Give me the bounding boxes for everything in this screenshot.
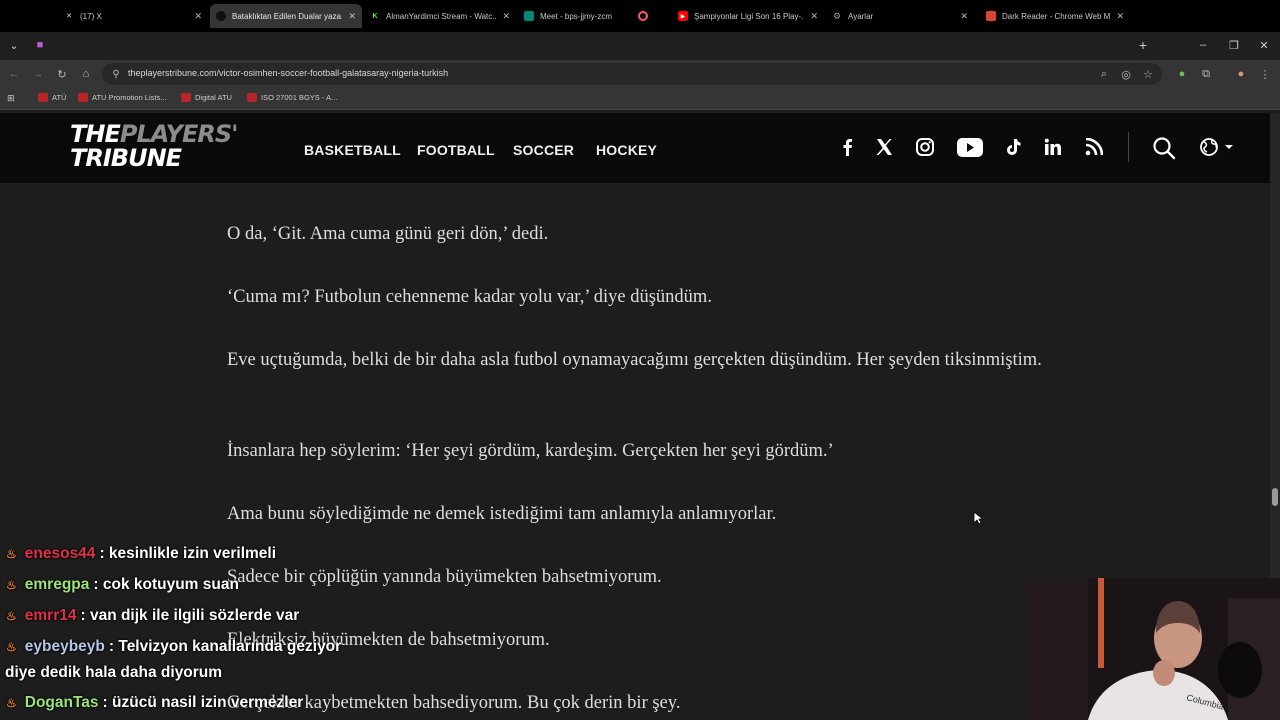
article-paragraph: İnsanlara hep söylerim: ‘Her şeyi gördüm…: [227, 441, 834, 461]
chat-message: ♨ enesos44 : kesinlikle izin verilmeli: [6, 545, 277, 562]
reload-button[interactable]: ↻: [54, 66, 70, 82]
menu-kebab-icon[interactable]: ⋮: [1257, 66, 1273, 82]
site-info-icon[interactable]: ⚲: [108, 66, 124, 82]
bookmark-digital-atu[interactable]: Digital ATU: [181, 93, 232, 102]
language-globe-icon[interactable]: [1198, 136, 1238, 158]
bookmark-favicon-icon: [78, 93, 88, 102]
tab-kick-stream[interactable]: K AlmanYardimci Stream - Watc... ✕: [364, 4, 516, 28]
bookmark-star-icon[interactable]: ☆: [1140, 66, 1156, 82]
linkedin-icon[interactable]: [1042, 136, 1064, 158]
apps-grid-icon[interactable]: ⊞: [7, 93, 15, 104]
nav-hockey[interactable]: HOCKEY: [596, 142, 657, 158]
bookmark-atu[interactable]: ATÜ: [38, 93, 66, 102]
bookmark-favicon-icon: [181, 93, 191, 102]
tab-strip: [0, 32, 1280, 60]
close-icon[interactable]: ✕: [194, 11, 202, 22]
bookmark-iso-27001[interactable]: ISO 27001 BGYS - A...: [247, 93, 337, 102]
close-icon[interactable]: ✕: [960, 11, 968, 22]
tiktok-icon[interactable]: [1002, 136, 1024, 158]
site-logo-tribune[interactable]: TRIBUNE: [70, 146, 182, 170]
chat-message: ♨ emregpa : cok kotuyum suan: [6, 576, 239, 593]
webcam-overlay: Columbia: [1028, 578, 1280, 720]
scrollbar-thumb[interactable]: [1272, 488, 1278, 506]
zoom-icon[interactable]: ⌕: [1096, 66, 1112, 82]
article-paragraph: Eve uçtuğumda, belki de bir daha asla fu…: [227, 350, 1042, 370]
article-paragraph: Gerçekler kaybetmekten bahsediyorum. Bu …: [227, 693, 681, 713]
article-paragraph: ‘Cuma mı? Futbolun cehenneme kadar yolu …: [227, 287, 712, 307]
instagram-icon[interactable]: [914, 136, 936, 158]
recording-icon: [638, 11, 648, 21]
webstore-icon: [986, 11, 996, 21]
bookmark-promotion-lists[interactable]: ATU Promotion Lists...: [78, 93, 166, 102]
close-icon[interactable]: ✕: [810, 11, 818, 22]
site-icon: [216, 11, 226, 21]
rss-icon[interactable]: [1083, 136, 1105, 158]
close-icon[interactable]: ✕: [502, 11, 510, 22]
bookmark-favicon-icon: [38, 93, 48, 102]
mouse-cursor-icon: [973, 511, 983, 525]
header-divider: [1128, 132, 1129, 162]
flame-badge-icon: ♨: [6, 578, 17, 592]
minimize-button[interactable]: –: [1194, 36, 1212, 54]
meet-icon: [524, 11, 534, 21]
chat-message: ♨ DoganTas : üzücü nasil izin vermezler: [6, 694, 304, 711]
search-icon[interactable]: [1151, 135, 1177, 161]
x-icon[interactable]: [873, 136, 895, 158]
profile-avatar[interactable]: ●: [1233, 66, 1249, 82]
article-paragraph: Sadece bir çöplüğün yanında büyümekten b…: [227, 567, 662, 587]
site-logo[interactable]: THEPLAYERS': [70, 122, 238, 146]
nav-basketball[interactable]: BASKETBALL: [304, 142, 401, 158]
forward-button[interactable]: →: [30, 66, 46, 82]
tab-webstore[interactable]: Dark Reader - Chrome Web M... ✕: [980, 4, 1130, 28]
facebook-icon[interactable]: [836, 136, 858, 158]
close-icon[interactable]: ✕: [348, 11, 356, 22]
flame-badge-icon: ♨: [6, 640, 17, 654]
home-button[interactable]: ⌂: [78, 66, 94, 82]
chat-message: ♨ eybeybeyb : Telvizyon kanallarında gez…: [6, 638, 342, 655]
new-tab-button[interactable]: +: [1134, 36, 1152, 54]
url-text[interactable]: theplayerstribune.com/victor-osimhen-soc…: [128, 68, 448, 78]
extensions-puzzle-icon[interactable]: ⧉: [1198, 66, 1214, 82]
kick-icon: K: [372, 12, 378, 20]
close-icon[interactable]: ✕: [1116, 11, 1124, 22]
close-window-button[interactable]: ✕: [1255, 36, 1273, 54]
article-paragraph: O da, ‘Git. Ama cuma günü geri dön,’ ded…: [227, 224, 549, 244]
tab-search-button[interactable]: ⌄: [5, 36, 23, 54]
tab-x[interactable]: ✕ (17) X ✕: [58, 4, 208, 28]
bookmark-favicon-icon: [247, 93, 257, 102]
chat-message-continued: diye dedik hala daha diyorum: [5, 664, 223, 681]
flame-badge-icon: ♨: [6, 547, 17, 561]
restore-button[interactable]: ❐: [1225, 36, 1243, 54]
tab-settings[interactable]: ⚙ Ayarlar ✕: [826, 4, 974, 28]
eye-off-icon[interactable]: ◎: [1118, 66, 1134, 82]
nav-football[interactable]: FOOTBALL: [417, 142, 495, 158]
chat-message: ♨ emrr14 : van dijk ile ilgili sözlerde …: [6, 607, 300, 624]
tab-youtube[interactable]: ▶ Şampiyonlar Ligi Son 16 Play-... ✕: [672, 4, 824, 28]
tab-group-icon[interactable]: ■: [31, 36, 49, 54]
youtube-icon: ▶: [678, 11, 688, 21]
extension-icon[interactable]: ●: [1174, 66, 1190, 82]
tab-active-article[interactable]: Bataklıktan Edilen Dualar yaza... ✕: [210, 4, 362, 28]
tab-recording[interactable]: [632, 4, 660, 28]
flame-badge-icon: ♨: [6, 696, 17, 710]
back-button[interactable]: ←: [6, 66, 22, 82]
article-paragraph: Ama bunu söylediğimde ne demek istediğim…: [227, 504, 777, 524]
youtube-icon[interactable]: [956, 136, 984, 158]
tab-meet[interactable]: Meet - bps-jjmy-zcm: [518, 4, 630, 28]
nav-soccer[interactable]: SOCCER: [513, 142, 574, 158]
flame-badge-icon: ♨: [6, 609, 17, 623]
x-logo-icon: ✕: [66, 13, 72, 20]
webcam-feed: Columbia: [1028, 578, 1280, 720]
article-paragraph: Elektriksiz büyümekten de bahsetmiyorum.: [227, 630, 550, 650]
gear-icon: ⚙: [832, 10, 842, 21]
